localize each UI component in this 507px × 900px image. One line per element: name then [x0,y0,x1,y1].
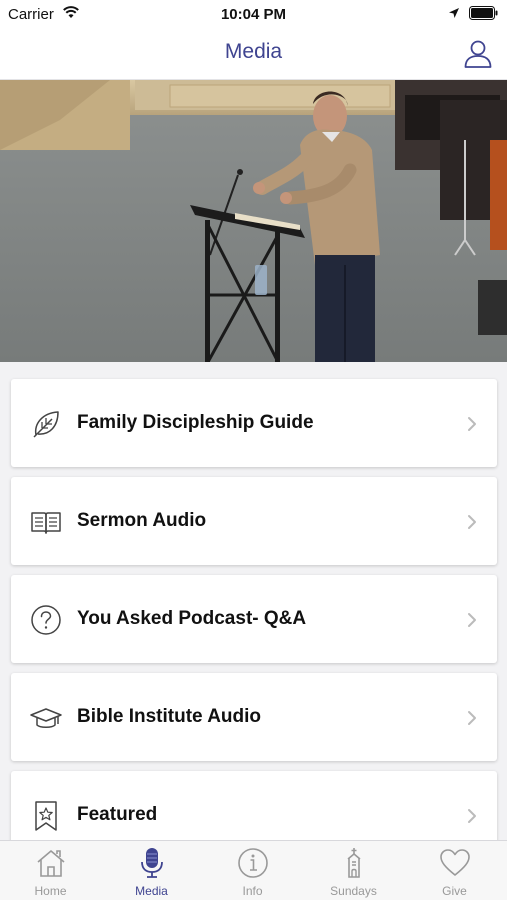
menu-item-label: Sermon Audio [77,510,207,531]
chevron-right-icon [468,809,476,823]
graduation-cap-icon [30,708,62,728]
battery-icon [469,6,498,20]
page-title: Media [224,40,283,63]
tab-label: Media [135,884,168,898]
heart-icon [440,849,470,876]
menu-item-label: You Asked Podcast- Q&A [77,608,307,629]
nav-bar: Media [0,28,507,80]
menu-item-label: Bible Institute Audio [77,706,262,727]
chevron-right-icon [468,417,476,431]
menu-item-label: Featured [77,804,158,825]
profile-icon[interactable] [462,38,494,70]
menu-item-sermon-audio[interactable]: Sermon Audio [11,477,497,565]
chevron-right-icon [468,515,476,529]
church-icon [347,848,361,878]
menu-item-label: Family Discipleship Guide [77,412,314,433]
chevron-right-icon [468,613,476,627]
open-book-icon [31,512,61,534]
home-icon [37,850,65,877]
location-arrow-icon [449,8,459,18]
microphone-icon [141,848,163,878]
tab-label: Sundays [330,884,377,898]
tab-bar: Home Media Info Sundays Give [0,840,507,900]
question-circle-icon [31,605,61,635]
chevron-right-icon [468,711,476,725]
sermon-photo [0,80,507,362]
star-bookmark-icon [35,801,57,831]
leaf-icon [33,411,59,438]
hero-image[interactable] [0,80,507,362]
tab-give[interactable]: Give [404,841,505,900]
media-menu-list: Family Discipleship Guide Sermon Audio Y… [0,362,507,840]
tab-media[interactable]: Media [101,841,202,900]
info-icon [238,848,268,878]
status-time: 10:04 PM [220,6,287,23]
tab-label: Give [442,884,467,898]
menu-item-featured[interactable]: Featured [11,771,497,840]
tab-info[interactable]: Info [202,841,303,900]
menu-item-you-asked-podcast[interactable]: You Asked Podcast- Q&A [11,575,497,663]
tab-home[interactable]: Home [0,841,101,900]
tab-label: Info [242,884,263,898]
menu-item-family-discipleship[interactable]: Family Discipleship Guide [11,379,497,467]
menu-item-bible-institute[interactable]: Bible Institute Audio [11,673,497,761]
status-bar: Carrier 10:04 PM [0,0,507,28]
tab-label: Home [34,884,67,898]
tab-sundays[interactable]: Sundays [303,841,404,900]
